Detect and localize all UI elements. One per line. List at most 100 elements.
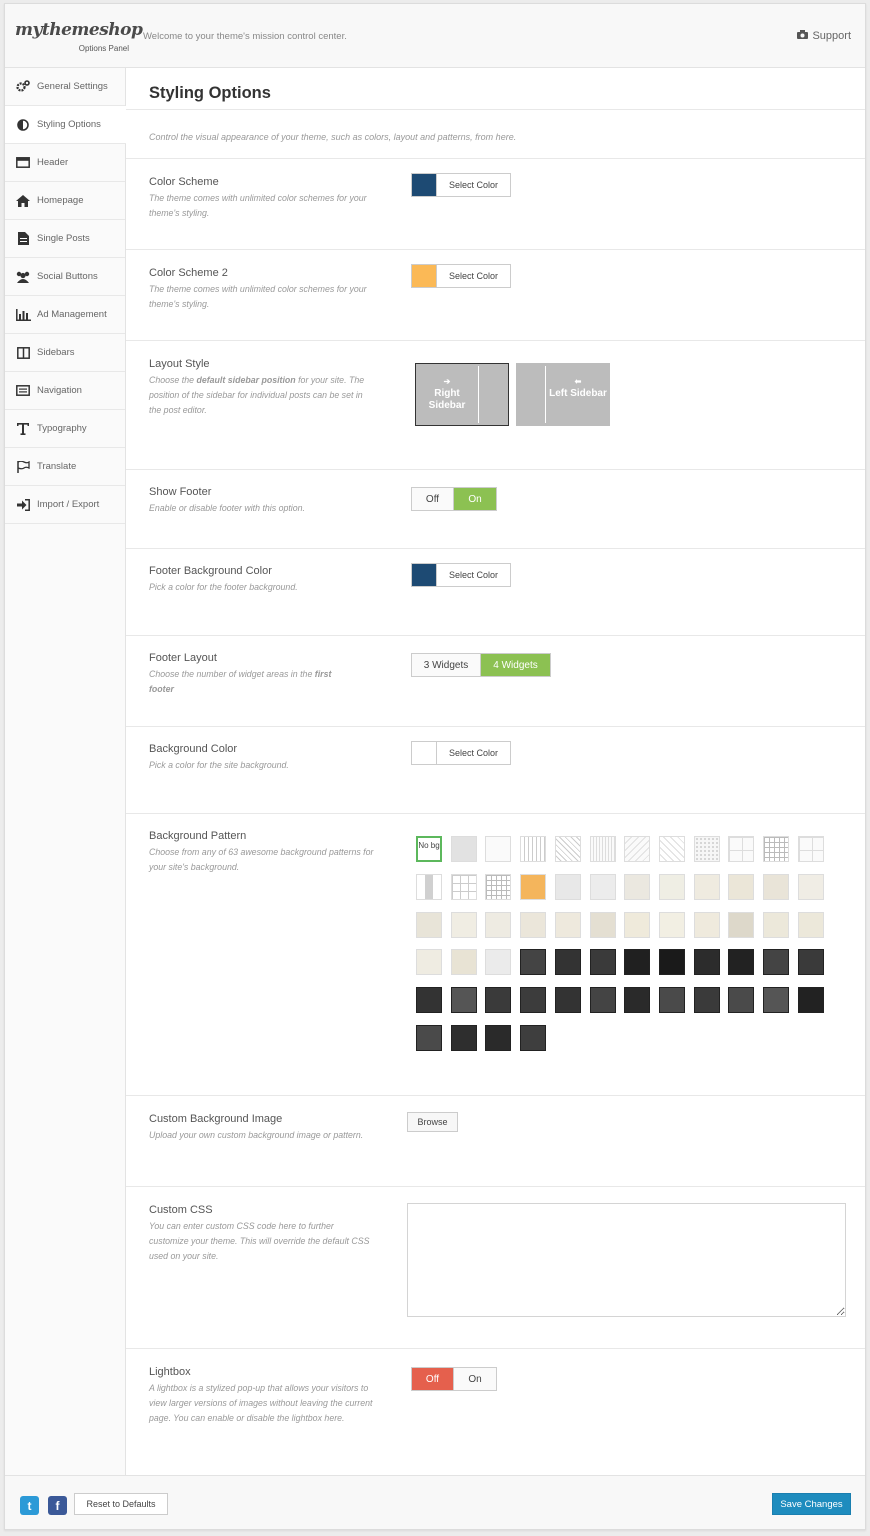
pattern-swatch[interactable] xyxy=(658,949,685,976)
pattern-swatch[interactable] xyxy=(589,873,616,900)
pattern-swatch[interactable] xyxy=(693,911,720,938)
pattern-swatch[interactable] xyxy=(624,987,651,1014)
toggle-on-option[interactable]: On xyxy=(454,1368,496,1390)
pattern-swatch[interactable] xyxy=(416,949,442,976)
pattern-swatch[interactable] xyxy=(658,836,685,862)
pattern-swatch[interactable] xyxy=(763,949,789,976)
pattern-swatch[interactable] xyxy=(416,987,442,1014)
pattern-swatch[interactable] xyxy=(728,949,755,976)
pattern-swatch[interactable] xyxy=(763,987,789,1014)
lightbox-toggle[interactable]: Off On xyxy=(411,1367,497,1391)
pattern-swatch[interactable] xyxy=(797,949,824,976)
sidebar-item-sidebars[interactable]: Sidebars xyxy=(5,334,125,372)
pattern-swatch[interactable] xyxy=(589,911,616,938)
sidebar-item-typography[interactable]: Typography xyxy=(5,410,125,448)
pattern-swatch[interactable] xyxy=(520,911,547,938)
pattern-swatch[interactable] xyxy=(797,911,824,938)
pattern-swatch[interactable] xyxy=(693,987,720,1014)
toggle-off-option[interactable]: Off xyxy=(412,1368,454,1390)
sidebar-item-styling-options[interactable]: Styling Options xyxy=(5,106,126,144)
color-scheme-2-picker[interactable]: Select Color xyxy=(411,264,511,288)
pattern-swatch[interactable] xyxy=(554,987,581,1014)
pattern-swatch[interactable] xyxy=(693,836,720,862)
sidebar-item-homepage[interactable]: Homepage xyxy=(5,182,125,220)
pattern-swatch[interactable] xyxy=(520,1025,547,1051)
pattern-swatch[interactable] xyxy=(450,873,477,900)
sidebar-item-translate[interactable]: Translate xyxy=(5,448,125,486)
pattern-swatch[interactable] xyxy=(416,1025,442,1051)
pattern-swatch[interactable] xyxy=(589,987,616,1014)
facebook-icon[interactable]: f xyxy=(48,1496,67,1515)
pattern-swatch[interactable] xyxy=(728,836,755,862)
save-changes-button[interactable]: Save Changes xyxy=(772,1493,851,1515)
pattern-swatch[interactable] xyxy=(450,949,477,976)
pattern-swatch[interactable] xyxy=(554,911,581,938)
layout-option-left-sidebar[interactable]: ⬅ Left Sidebar xyxy=(516,363,610,426)
pattern-swatch[interactable] xyxy=(763,836,789,862)
toggle-off-option[interactable]: Off xyxy=(412,488,454,510)
pattern-swatch[interactable] xyxy=(554,836,581,862)
sidebar-item-ad-management[interactable]: Ad Management xyxy=(5,296,125,334)
pattern-swatch[interactable] xyxy=(728,987,755,1014)
show-footer-toggle[interactable]: Off On xyxy=(411,487,497,511)
pattern-swatch[interactable] xyxy=(485,873,512,900)
pattern-swatch[interactable] xyxy=(658,911,685,938)
layout-option-right-sidebar[interactable]: ➔ Right Sidebar xyxy=(415,363,509,426)
pattern-swatch[interactable] xyxy=(520,949,547,976)
pattern-swatch[interactable] xyxy=(520,987,547,1014)
toggle-on-option[interactable]: On xyxy=(454,488,496,510)
pattern-swatch[interactable] xyxy=(763,911,789,938)
pattern-swatch[interactable] xyxy=(624,836,651,862)
pattern-swatch[interactable] xyxy=(520,836,547,862)
pattern-swatch[interactable] xyxy=(485,911,512,938)
bg-color-picker[interactable]: Select Color xyxy=(411,741,511,765)
pattern-swatch[interactable] xyxy=(658,873,685,900)
pattern-swatch[interactable] xyxy=(554,873,581,900)
color-scheme-picker[interactable]: Select Color xyxy=(411,173,511,197)
footer-bg-picker[interactable]: Select Color xyxy=(411,563,511,587)
pattern-swatch[interactable] xyxy=(485,1025,512,1051)
pattern-swatch[interactable] xyxy=(520,873,547,900)
support-link[interactable]: Support xyxy=(797,30,851,42)
sidebar-item-navigation[interactable]: Navigation xyxy=(5,372,125,410)
sidebar-item-header[interactable]: Header xyxy=(5,144,125,182)
pattern-swatch[interactable] xyxy=(450,987,477,1014)
pattern-swatch[interactable] xyxy=(485,836,512,862)
pattern-swatch[interactable] xyxy=(554,949,581,976)
pattern-swatch[interactable] xyxy=(728,911,755,938)
sidebar-item-import-export[interactable]: Import / Export xyxy=(5,486,125,524)
bg-color-row: Background Color Pick a color for the si… xyxy=(126,727,865,814)
sidebar-item-social-buttons[interactable]: Social Buttons xyxy=(5,258,125,296)
pattern-swatch[interactable] xyxy=(589,836,616,862)
pattern-swatch[interactable] xyxy=(797,836,824,862)
pattern-swatch[interactable] xyxy=(693,949,720,976)
pattern-swatch[interactable] xyxy=(797,873,824,900)
pattern-swatch[interactable] xyxy=(624,873,651,900)
custom-css-textarea[interactable] xyxy=(407,1203,846,1317)
pattern-swatch[interactable] xyxy=(416,911,442,938)
pattern-swatch[interactable] xyxy=(728,873,755,900)
pattern-swatch[interactable] xyxy=(763,873,789,900)
pattern-swatch[interactable] xyxy=(416,873,442,900)
pattern-swatch[interactable] xyxy=(450,836,477,862)
pattern-no-bg[interactable]: No bg xyxy=(416,836,442,862)
footer-layout-3-widgets[interactable]: 3 Widgets xyxy=(412,654,481,676)
pattern-swatch[interactable] xyxy=(658,987,685,1014)
pattern-swatch[interactable] xyxy=(693,873,720,900)
page-intro: Control the visual appearance of your th… xyxy=(126,110,865,159)
pattern-swatch[interactable] xyxy=(450,1025,477,1051)
footer-layout-toggle[interactable]: 3 Widgets 4 Widgets xyxy=(411,653,551,677)
browse-button[interactable]: Browse xyxy=(407,1112,458,1132)
sidebar-item-general-settings[interactable]: General Settings xyxy=(5,68,125,106)
pattern-swatch[interactable] xyxy=(485,949,512,976)
pattern-swatch[interactable] xyxy=(450,911,477,938)
pattern-swatch[interactable] xyxy=(624,949,651,976)
sidebar-item-single-posts[interactable]: Single Posts xyxy=(5,220,125,258)
pattern-swatch[interactable] xyxy=(797,987,824,1014)
twitter-icon[interactable]: t xyxy=(20,1496,39,1515)
reset-defaults-button[interactable]: Reset to Defaults xyxy=(74,1493,168,1515)
footer-layout-4-widgets[interactable]: 4 Widgets xyxy=(481,654,550,676)
pattern-swatch[interactable] xyxy=(485,987,512,1014)
pattern-swatch[interactable] xyxy=(624,911,651,938)
pattern-swatch[interactable] xyxy=(589,949,616,976)
